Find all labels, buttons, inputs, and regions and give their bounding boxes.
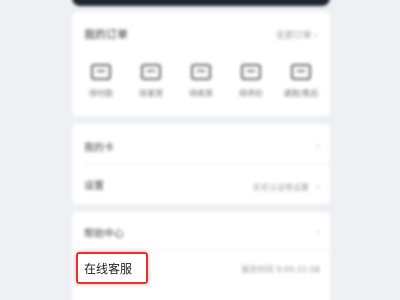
package-icon — [141, 64, 161, 80]
comment-icon — [241, 64, 261, 80]
order-status-to-review[interactable]: 待评价 — [229, 64, 273, 112]
all-orders-link[interactable]: 全部订单 › — [276, 28, 318, 41]
account-menu-card: 我的卡 › 设置 实名认证等设置 › — [72, 124, 330, 204]
truck-icon — [191, 64, 211, 80]
order-status-to-ship[interactable]: 待发货 — [129, 64, 173, 112]
chevron-right-icon: › — [316, 181, 320, 193]
chevron-right-icon: › — [316, 226, 320, 238]
order-status-row: 待付款 待发货 待收货 待评价 退款/售后 — [72, 64, 330, 112]
divider — [84, 250, 330, 251]
menu-row-help-center[interactable]: 帮助中心 › — [84, 222, 320, 242]
orders-title: 我的订单 — [84, 28, 128, 41]
order-status-label: 待发货 — [139, 89, 163, 98]
menu-row-trailing: 实名认证等设置 › — [253, 175, 320, 194]
divider — [84, 164, 330, 165]
menu-row-settings[interactable]: 设置 实名认证等设置 › — [84, 174, 320, 194]
refund-icon — [291, 64, 311, 80]
orders-card: 我的订单 全部订单 › 待付款 待发货 待收货 待评价 退款/售后 — [72, 12, 330, 116]
order-status-pending-payment[interactable]: 待付款 — [79, 64, 123, 112]
menu-row-label: 设置 — [84, 180, 104, 192]
chevron-right-icon: › — [316, 140, 320, 152]
menu-row-label: 帮助中心 — [84, 228, 124, 240]
wallet-icon — [91, 64, 111, 80]
order-status-label: 待收货 — [189, 89, 213, 98]
order-status-to-receive[interactable]: 待收货 — [179, 64, 223, 112]
header-card — [72, 0, 330, 6]
menu-row-my-card[interactable]: 我的卡 › — [84, 136, 320, 156]
order-status-label: 退款/售后 — [283, 89, 319, 98]
order-status-label: 待评价 — [239, 89, 263, 98]
order-status-label: 待付款 — [89, 89, 113, 98]
online-customer-service-label[interactable]: 在线客服 — [84, 260, 132, 277]
order-status-refund[interactable]: 退款/售后 — [279, 64, 323, 112]
menu-row-value: 实名认证等设置 — [252, 182, 309, 192]
menu-row-label: 我的卡 — [84, 142, 114, 154]
customer-service-hint: 服务时间 9:00-22:00 — [241, 265, 320, 274]
orders-header: 我的订单 全部订单 › — [84, 26, 318, 42]
